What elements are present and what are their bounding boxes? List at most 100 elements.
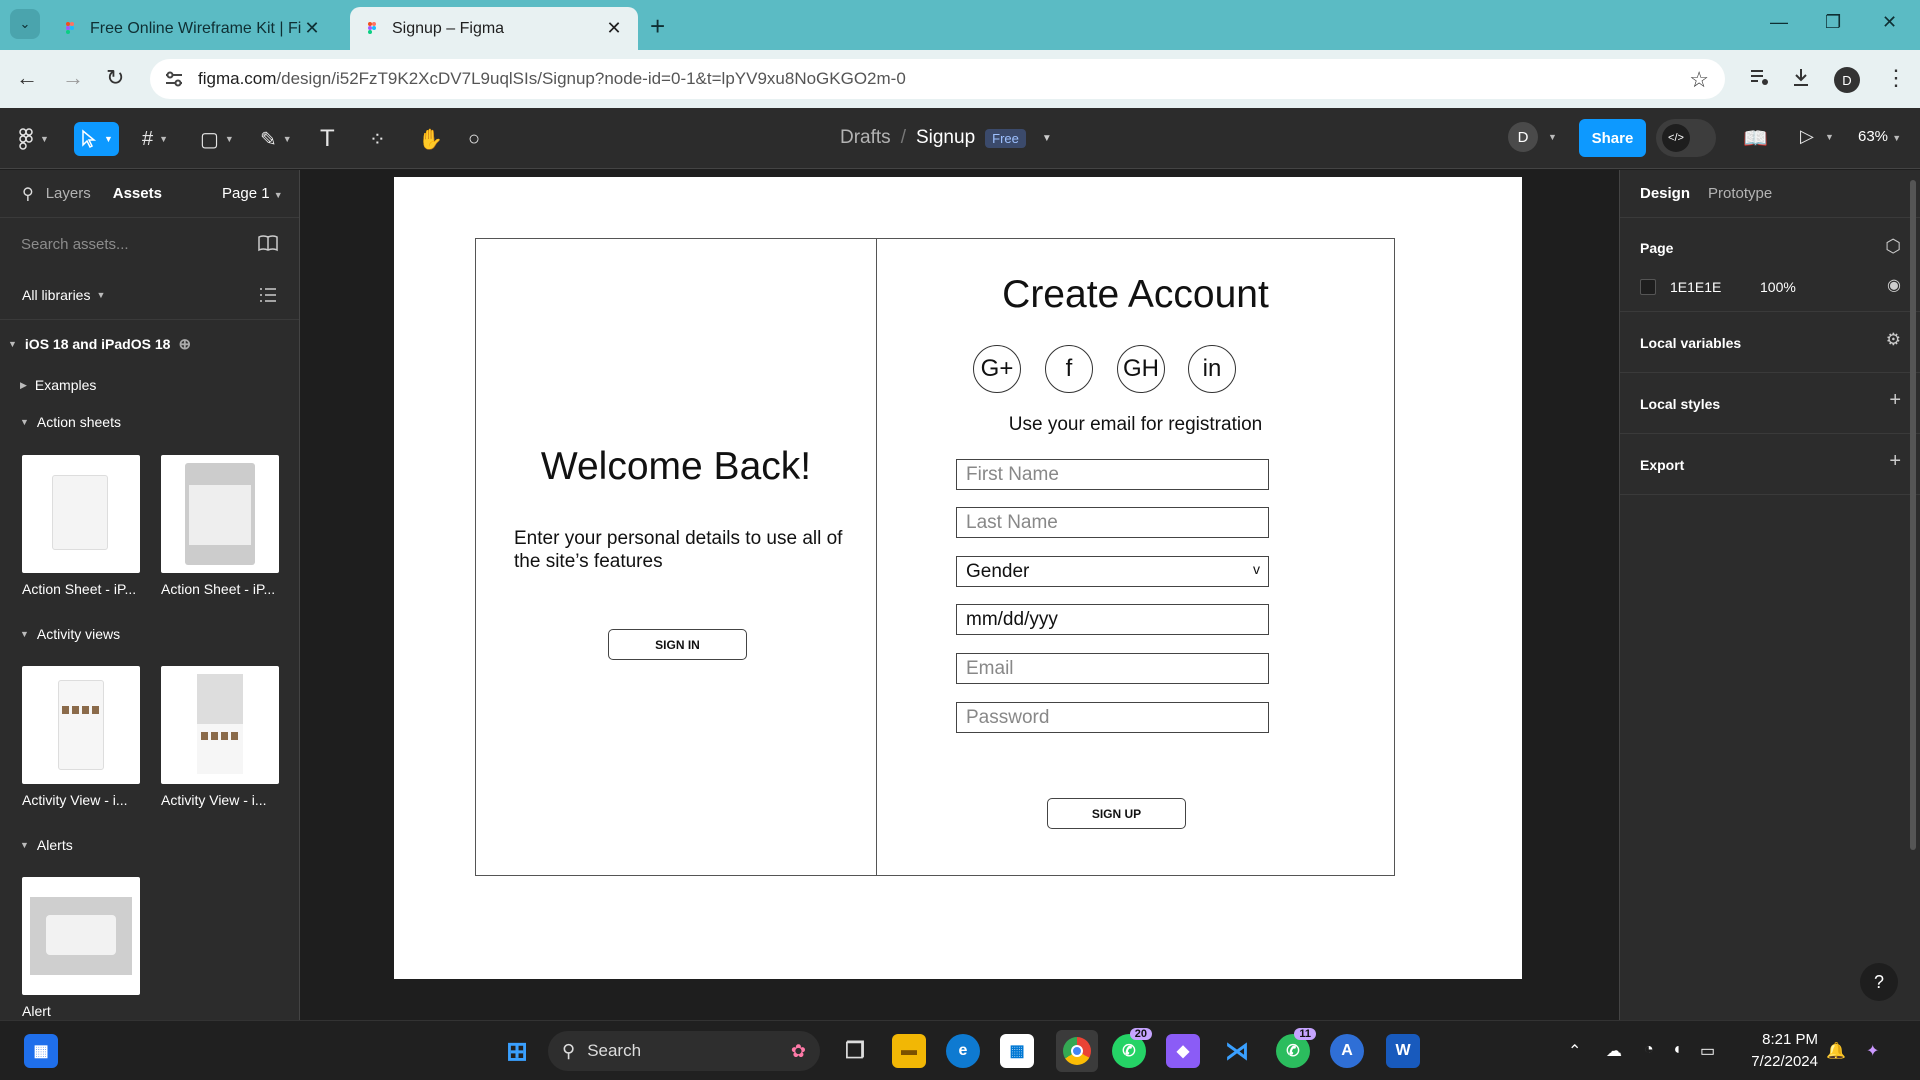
bookmark-star-icon[interactable]: ☆ [1689, 67, 1709, 93]
group-examples[interactable]: ▶ Examples [0, 374, 299, 396]
comment-tool-button[interactable]: ○ [468, 126, 480, 152]
back-arrow-icon[interactable]: ← [16, 65, 38, 91]
google-plus-button[interactable]: G+ [973, 345, 1021, 393]
breadcrumb-drafts[interactable]: Drafts [840, 127, 891, 149]
browser-tab-wireframe-kit[interactable]: Free Online Wireframe Kit | Figma ✕ [48, 7, 336, 50]
minimize-icon[interactable]: — [1770, 12, 1788, 33]
whatsapp-business-icon[interactable]: ✆ 11 [1276, 1028, 1316, 1068]
chevron-down-icon[interactable]: ▼ [1042, 133, 1052, 144]
facebook-button[interactable]: f [1045, 345, 1093, 393]
page-opacity[interactable]: 100% [1760, 279, 1796, 295]
forward-arrow-icon[interactable]: → [62, 65, 84, 91]
battery-icon[interactable]: ▭ [1700, 1041, 1715, 1061]
vscode-icon[interactable]: ⋊ [1220, 1034, 1254, 1068]
download-icon[interactable] [1790, 66, 1812, 88]
library-book-icon[interactable]: 📖 [1743, 126, 1768, 151]
asset-thumbnail-alert[interactable] [22, 877, 140, 995]
widgets-icon[interactable]: ▦ [24, 1034, 58, 1068]
page-color-hex[interactable]: 1E1E1E [1670, 279, 1721, 295]
word-icon[interactable]: W [1386, 1034, 1420, 1068]
dev-mode-toggle[interactable]: </> [1656, 119, 1716, 157]
browser-menu-icon[interactable]: ⋮ [1885, 65, 1907, 91]
eye-icon[interactable]: ◉ [1887, 275, 1901, 295]
asset-thumbnail-action-sheet-2[interactable] [161, 455, 279, 573]
edge-browser-icon[interactable]: e [946, 1034, 980, 1068]
library-book-icon[interactable] [257, 234, 279, 252]
panel-scrollbar[interactable] [1910, 180, 1916, 850]
asset-thumbnail-activity-view-1[interactable] [22, 666, 140, 784]
tab-assets[interactable]: Assets [113, 185, 162, 202]
page-selector[interactable]: Page 1 ▼ [222, 185, 283, 202]
pen-tool-button[interactable]: ✎ ▼ [260, 126, 292, 152]
frame-tool-button[interactable]: # ▼ [142, 126, 168, 152]
share-button[interactable]: Share [1579, 119, 1646, 157]
tab-prototype[interactable]: Prototype [1708, 185, 1772, 202]
file-name[interactable]: Signup [916, 127, 975, 149]
first-name-field[interactable]: First Name [956, 459, 1269, 490]
local-variables-heading[interactable]: Local variables [1640, 335, 1741, 351]
page-color-swatch[interactable] [1640, 279, 1656, 295]
library-group-ios18[interactable]: ▼ iOS 18 and iPadOS 18 ⊕ [0, 333, 299, 355]
taskbar-clock[interactable]: 8:21 PM 7/22/2024 [1740, 1029, 1818, 1073]
browser-profile-avatar[interactable]: D [1834, 67, 1860, 93]
tab-search-button[interactable]: ⌄ [10, 9, 40, 39]
date-field[interactable]: mm/dd/yyy [956, 604, 1269, 635]
notification-bell-icon[interactable]: 🔔 [1826, 1041, 1846, 1061]
close-icon[interactable]: ✕ [302, 18, 322, 39]
user-avatar[interactable]: D [1508, 122, 1538, 152]
windows-start-icon[interactable]: ⊞ [500, 1034, 534, 1068]
task-view-icon[interactable]: ❐ [838, 1034, 872, 1068]
new-tab-plus-icon[interactable]: + [650, 11, 665, 42]
app-store-icon[interactable]: A [1330, 1034, 1364, 1068]
restore-icon[interactable]: ❐ [1825, 12, 1841, 33]
asset-search-input[interactable]: Search assets... [0, 218, 299, 270]
password-field[interactable]: Password [956, 702, 1269, 733]
list-view-icon[interactable] [259, 287, 277, 303]
browser-tab-signup[interactable]: Signup – Figma ✕ [350, 7, 638, 50]
help-button[interactable]: ? [1860, 963, 1898, 1001]
last-name-field[interactable]: Last Name [956, 507, 1269, 538]
search-icon[interactable]: ⚲ [22, 184, 34, 204]
zoom-level[interactable]: 63% ▼ [1858, 128, 1901, 145]
group-action-sheets[interactable]: ▼ Action sheets [0, 411, 299, 433]
tab-design[interactable]: Design [1640, 185, 1690, 202]
add-plus-icon[interactable]: + [1889, 389, 1901, 412]
volume-icon[interactable]: ◖ [1672, 1041, 1682, 1059]
add-plus-icon[interactable]: + [1889, 450, 1901, 473]
github-button[interactable]: GH [1117, 345, 1165, 393]
linkedin-button[interactable]: in [1188, 345, 1236, 393]
move-tool-button[interactable]: ▼ [74, 122, 119, 156]
gender-select[interactable]: Gender v [956, 556, 1269, 587]
resources-tool-button[interactable]: ⁘ [369, 126, 386, 152]
taskbar-search[interactable]: ⚲ Search ✿ [548, 1031, 820, 1071]
site-settings-icon[interactable] [164, 71, 184, 87]
chevron-down-icon[interactable]: ▼ [1825, 132, 1834, 142]
cloud-sync-icon[interactable]: ☁ [1606, 1041, 1622, 1061]
group-activity-views[interactable]: ▼ Activity views [0, 623, 299, 645]
wifi-icon[interactable]: ◔ [1644, 1041, 1654, 1059]
libraries-filter[interactable]: All libraries ▼ [0, 270, 299, 320]
chevron-up-icon[interactable]: ⌃ [1568, 1041, 1581, 1061]
address-bar[interactable]: figma.com/design/i52FzT9K2XcDV7L9uqlSIs/… [150, 59, 1725, 99]
media-controls-icon[interactable] [1748, 66, 1770, 88]
file-explorer-icon[interactable]: ▬ [892, 1034, 926, 1068]
copilot-icon[interactable]: ✦ [1866, 1041, 1879, 1061]
window-close-icon[interactable]: ✕ [1882, 12, 1897, 33]
email-field[interactable]: Email [956, 653, 1269, 684]
text-tool-button[interactable]: T [320, 125, 335, 152]
close-icon[interactable]: ✕ [604, 18, 624, 39]
sign-up-button[interactable]: SIGN UP [1047, 798, 1186, 829]
asset-thumbnail-activity-view-2[interactable] [161, 666, 279, 784]
sign-in-button[interactable]: SIGN IN [608, 629, 747, 660]
main-menu-button[interactable]: ▼ [18, 126, 49, 152]
whatsapp-icon[interactable]: ✆ 20 [1112, 1028, 1152, 1068]
reload-icon[interactable]: ↻ [106, 65, 124, 91]
chrome-app-button[interactable] [1056, 1030, 1098, 1072]
hand-tool-button[interactable]: ✋ [418, 126, 443, 152]
styles-hexagon-icon[interactable]: ⬡ [1885, 236, 1901, 257]
variables-sliders-icon[interactable]: ⚙ [1886, 330, 1901, 350]
chevron-down-icon[interactable]: ▼ [1548, 132, 1557, 142]
shape-tool-button[interactable]: ▢ ▼ [200, 126, 234, 152]
app-cube-icon[interactable]: ◆ [1166, 1034, 1200, 1068]
asset-thumbnail-action-sheet-1[interactable] [22, 455, 140, 573]
